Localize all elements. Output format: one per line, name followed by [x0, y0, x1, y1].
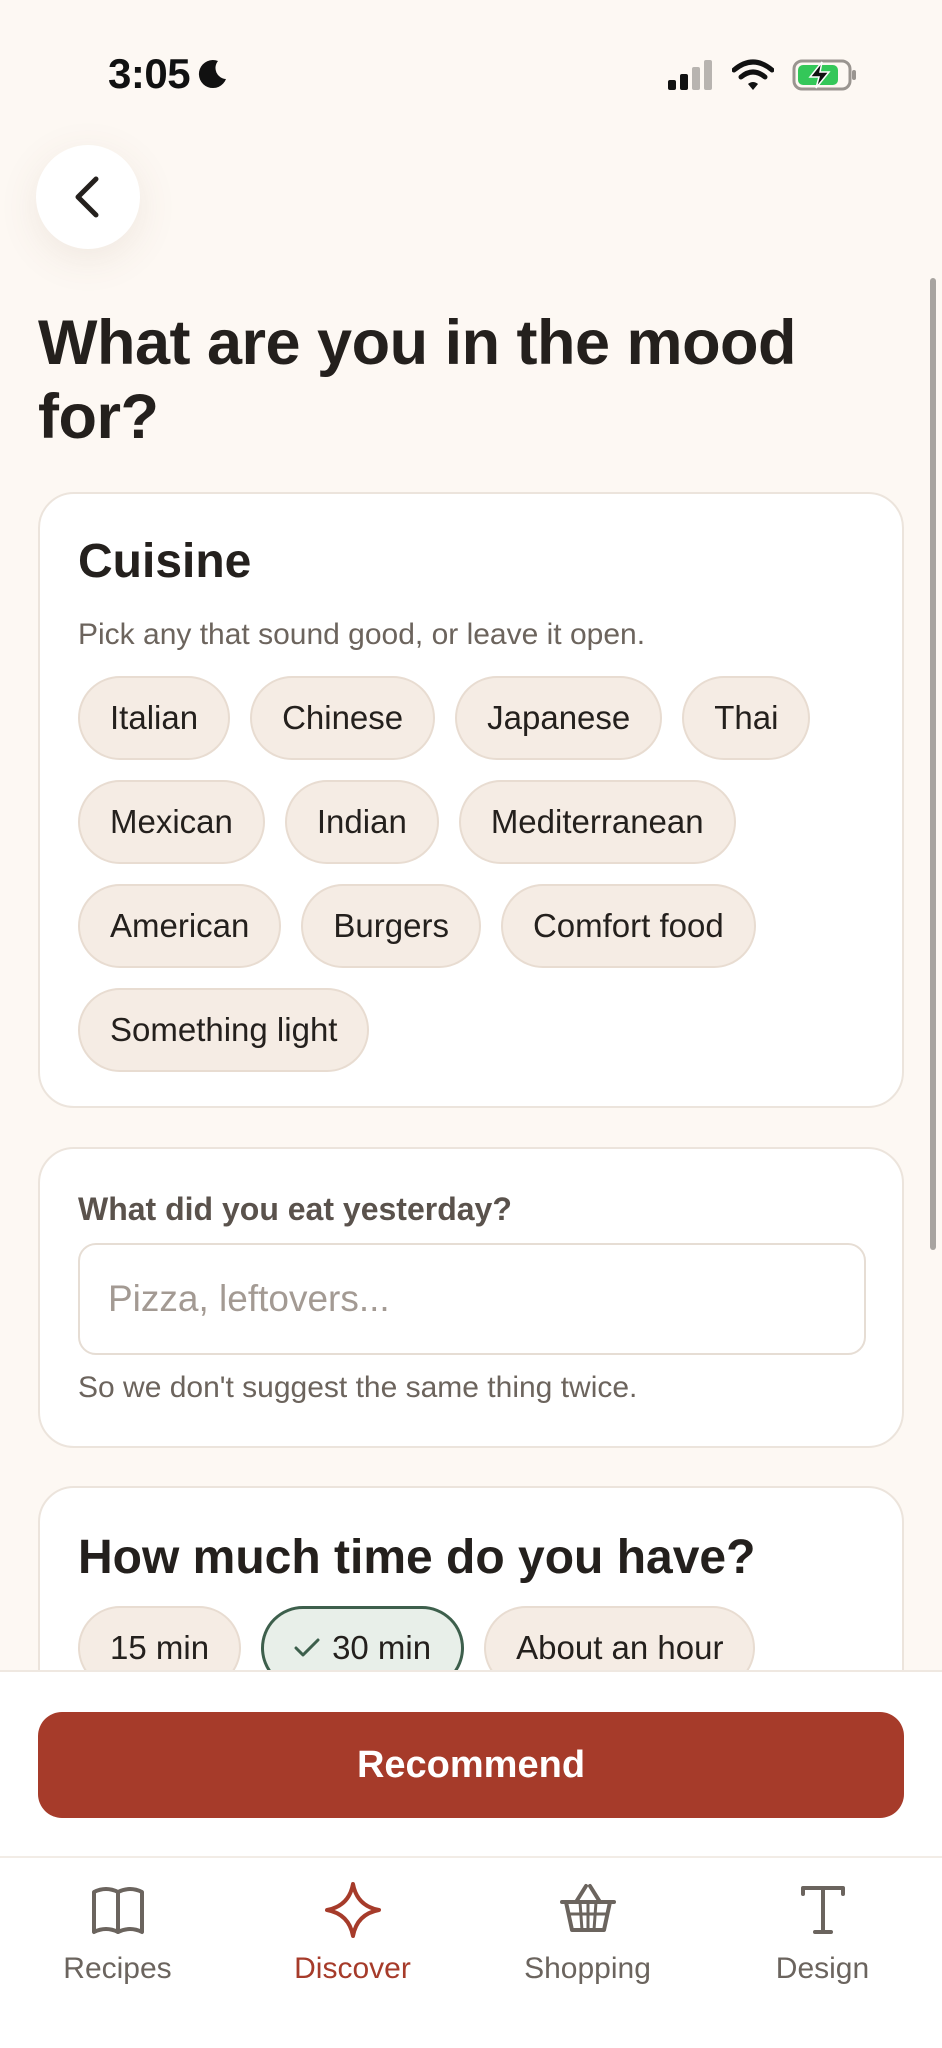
cuisine-chip-mexican[interactable]: Mexican [78, 780, 265, 864]
time-title: How much time do you have? [78, 1531, 756, 1584]
chip-label: Chinese [282, 699, 404, 736]
chip-label: Mediterranean [490, 803, 704, 840]
scroll-indicator[interactable] [930, 278, 936, 1250]
chip-label: Indian [316, 803, 407, 840]
cuisine-chip-comfort-food[interactable]: Comfort food [500, 884, 756, 968]
cuisine-subtitle: Pick any that sound good, or leave it op… [78, 618, 646, 651]
tab-label: Shopping [524, 1952, 651, 1985]
yesterday-card: What did you eat yesterday? So we don't … [38, 1147, 904, 1448]
cuisine-chip-mediterranean[interactable]: Mediterranean [458, 780, 736, 864]
tab-design[interactable]: Design [705, 1858, 940, 1998]
tab-shopping[interactable]: Shopping [470, 1858, 705, 1998]
time-chip-15-min[interactable]: 15 min [78, 1606, 242, 1670]
cuisine-chip-japanese[interactable]: Japanese [455, 676, 663, 760]
sparkle-icon [324, 1882, 381, 1938]
cuisine-chip-chinese[interactable]: Chinese [250, 676, 436, 760]
page-title: What are you in the mood for? [38, 308, 797, 452]
basket-icon [559, 1884, 616, 1932]
cuisine-chip-something-light[interactable]: Something light [78, 988, 370, 1072]
tab-label: Discover [294, 1952, 411, 1985]
time-chip-about-an-hour[interactable]: About an hour [484, 1606, 756, 1670]
chip-label: 30 min [332, 1629, 432, 1666]
typography-icon [800, 1886, 845, 1934]
chip-label: Thai [714, 699, 779, 736]
chip-label: Something light [110, 1011, 338, 1048]
chip-label: American [110, 907, 250, 944]
checkmark-icon [294, 1638, 320, 1657]
time-card: How much time do you have? 15 min 30 min… [38, 1486, 904, 1670]
back-button[interactable] [36, 145, 140, 249]
recommend-button[interactable]: Recommend [38, 1712, 904, 1818]
scroll-content[interactable]: What are you in the mood for? Cuisine Pi… [0, 0, 942, 1670]
book-icon [91, 1887, 144, 1934]
chevron-left-icon [75, 176, 99, 218]
yesterday-input[interactable] [78, 1243, 866, 1355]
chip-label: Burgers [333, 907, 449, 944]
chip-label: Comfort food [532, 907, 724, 944]
tab-bar: Recipes Discover Shopping Design [0, 1856, 942, 2048]
cuisine-chip-group: Italian Chinese Japanese Thai Mexican In… [78, 676, 878, 1072]
time-chip-group: 15 min 30 min About an hour [78, 1606, 878, 1670]
cuisine-chip-american[interactable]: American [78, 884, 282, 968]
tab-recipes[interactable]: Recipes [0, 1858, 235, 1998]
chip-label: Italian [110, 699, 199, 736]
bottom-panel: Recommend Recipes Discover Shopping Desi… [0, 1670, 942, 2048]
chip-label: 15 min [110, 1629, 210, 1666]
cuisine-chip-indian[interactable]: Indian [284, 780, 439, 864]
chip-label: Japanese [487, 699, 631, 736]
tab-label: Recipes [63, 1952, 172, 1985]
cuisine-chip-thai[interactable]: Thai [682, 676, 811, 760]
yesterday-helper: So we don't suggest the same thing twice… [78, 1371, 638, 1404]
chip-label: Mexican [110, 803, 233, 840]
cuisine-chip-burgers[interactable]: Burgers [301, 884, 481, 968]
cuisine-card: Cuisine Pick any that sound good, or lea… [38, 492, 904, 1108]
chip-label: About an hour [516, 1629, 724, 1666]
cuisine-title: Cuisine [78, 535, 252, 588]
time-chip-30-min[interactable]: 30 min [261, 1606, 465, 1670]
tab-discover[interactable]: Discover [235, 1858, 470, 1998]
cuisine-chip-italian[interactable]: Italian [78, 676, 231, 760]
yesterday-label: What did you eat yesterday? [78, 1191, 512, 1227]
tab-label: Design [775, 1952, 870, 1985]
